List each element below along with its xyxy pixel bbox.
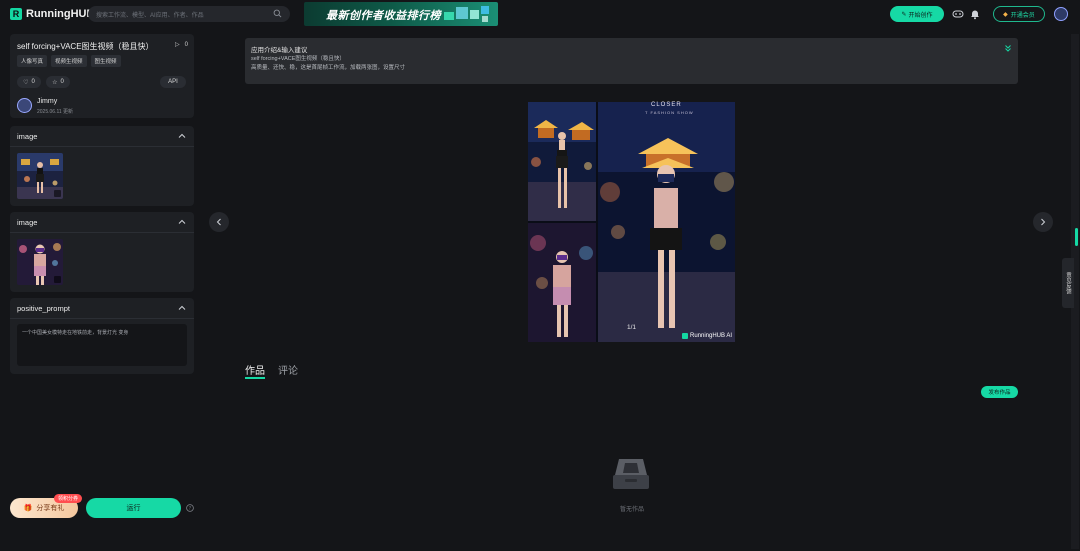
app-intro-box: 应用介绍&输入建议 self forcing+VACE图生视频（稳且快） 高质量…	[245, 38, 1018, 84]
tab-works[interactable]: 作品	[245, 362, 265, 377]
intro-line: 高质量、还快、稳，这是首尾帧工作流，加载两张图，设置尺寸	[251, 65, 406, 71]
banner-text: 最新创作者收益排行榜	[326, 10, 441, 22]
intro-line: self forcing+VACE图生视频（稳且快）	[251, 56, 345, 62]
divider	[10, 318, 194, 319]
chevron-up-icon[interactable]	[178, 218, 186, 226]
workflow-title: self forcing+VACE图生视频（稳且快）	[17, 42, 154, 51]
user-avatar[interactable]	[1054, 7, 1068, 21]
gallery-caption-main: CLOSER	[651, 102, 682, 108]
empty-state-text: 暂无作品	[620, 507, 645, 513]
search-icon[interactable]	[273, 9, 282, 18]
image-input-panel-2: image	[10, 212, 194, 292]
start-create-label: 开始创作	[908, 12, 933, 19]
gallery-next-button[interactable]	[1033, 212, 1053, 232]
image-input-panel-1: image	[10, 126, 194, 206]
play-icon: ▷	[175, 42, 180, 48]
watermark-text: RunningHUB AI	[690, 333, 733, 339]
gallery-image-cell	[528, 223, 596, 342]
author-avatar[interactable]	[17, 98, 32, 113]
run-button[interactable]: 运行	[86, 498, 181, 518]
share-badge: 领积分券	[54, 494, 83, 503]
top-header: R RunningHUB 搜索工作流、模型、AI应用、作者、作品 最新创作者收益…	[0, 0, 1080, 30]
fashion-image	[528, 223, 596, 342]
vip-label: 开通会员	[1010, 12, 1035, 19]
positive-prompt-panel: positive_prompt 一个中国美女模特走在地铁前走，背景灯光 变身	[10, 298, 194, 374]
tab-comments[interactable]: 评论	[278, 362, 298, 377]
start-create-button[interactable]: ✎ 开始创作	[890, 6, 944, 22]
banner-cubes-icon	[444, 6, 489, 22]
bell-icon[interactable]	[969, 8, 981, 20]
intro-title: 应用介绍&输入建议	[251, 47, 308, 54]
prompt-text: 一个中国美女模特走在地铁前走，背景灯光 变身	[22, 330, 129, 336]
favorite-count: 0	[60, 79, 64, 85]
scrollbar-thumb[interactable]	[1075, 228, 1078, 246]
creator-ranking-banner[interactable]: 最新创作者收益排行榜	[304, 2, 498, 26]
controller-icon[interactable]	[952, 8, 964, 20]
like-count: 0	[31, 79, 35, 85]
tag[interactable]: 人像写真	[17, 55, 48, 67]
divider	[10, 146, 194, 147]
trash-icon[interactable]	[54, 276, 61, 283]
divider	[10, 232, 194, 233]
logo-text: RunningHUB	[26, 8, 95, 20]
preview-gallery[interactable]	[528, 102, 735, 342]
uploaded-image-thumbnail[interactable]	[17, 153, 63, 199]
pen-icon: ✎	[901, 11, 907, 18]
gallery-prev-button[interactable]	[209, 212, 229, 232]
empty-box-icon	[613, 459, 649, 489]
gallery-image-cell	[528, 102, 596, 221]
panel-title: image	[17, 132, 38, 141]
chevron-right-icon	[1041, 218, 1046, 226]
author-name[interactable]: Jimmy	[37, 98, 57, 105]
run-count-value: 0	[184, 41, 188, 48]
chevron-up-icon[interactable]	[178, 132, 186, 140]
watermark-logo-icon	[682, 333, 688, 339]
fashion-image	[528, 102, 596, 221]
api-button[interactable]: API	[160, 76, 186, 88]
panel-title: image	[17, 218, 38, 227]
gallery-image-cell	[598, 102, 735, 342]
share-label: 分享有礼	[36, 505, 65, 512]
uploaded-image-thumbnail[interactable]	[17, 239, 63, 285]
vip-button[interactable]: ◆ 开通会员	[993, 6, 1045, 22]
search-placeholder: 搜索工作流、模型、AI应用、作者、作品	[96, 13, 204, 19]
gallery-watermark: RunningHUB AI	[682, 333, 732, 339]
run-count: ▷ 0	[175, 41, 188, 49]
active-tab-indicator	[245, 377, 265, 379]
stats-row: ♡ 0 ☆ 0	[17, 76, 70, 88]
gallery-counter: 1/1	[627, 324, 637, 331]
workflow-info-panel: self forcing+VACE图生视频（稳且快） ▷ 0 人像写真 视频生视…	[10, 34, 194, 118]
chevron-up-icon[interactable]	[178, 304, 186, 312]
trash-icon[interactable]	[54, 190, 61, 197]
publish-work-button[interactable]: 发布作品	[981, 386, 1018, 398]
tag-list: 人像写真 视频生视频 图生视频	[17, 55, 121, 67]
tag[interactable]: 图生视频	[90, 55, 121, 67]
logo[interactable]: R RunningHUB	[10, 8, 94, 20]
like-button[interactable]: ♡ 0	[17, 76, 41, 88]
chevron-left-icon	[216, 218, 221, 226]
search-input[interactable]: 搜索工作流、模型、AI应用、作者、作品	[88, 6, 290, 22]
star-icon: ☆	[52, 79, 58, 86]
diamond-icon: ◆	[1003, 11, 1008, 18]
feedback-tab[interactable]: 意见反馈	[1062, 258, 1074, 308]
help-icon[interactable]: ?	[186, 504, 194, 512]
prompt-textarea[interactable]: 一个中国美女模特走在地铁前走，背景灯光 变身	[17, 324, 187, 366]
heart-icon: ♡	[23, 79, 29, 86]
favorite-button[interactable]: ☆ 0	[46, 76, 70, 88]
updated-date: 2025.06.11 更新	[37, 109, 74, 115]
double-chevron-down-icon[interactable]	[1004, 44, 1012, 52]
feedback-label: 意见反馈	[1065, 272, 1071, 294]
tag[interactable]: 视频生视频	[51, 55, 87, 67]
gift-icon: 🎁	[23, 505, 33, 512]
logo-mark-icon: R	[10, 8, 22, 20]
gallery-caption-sub: T FASHION SHOW	[645, 110, 694, 115]
panel-title: positive_prompt	[17, 304, 70, 313]
fashion-image	[598, 102, 735, 342]
